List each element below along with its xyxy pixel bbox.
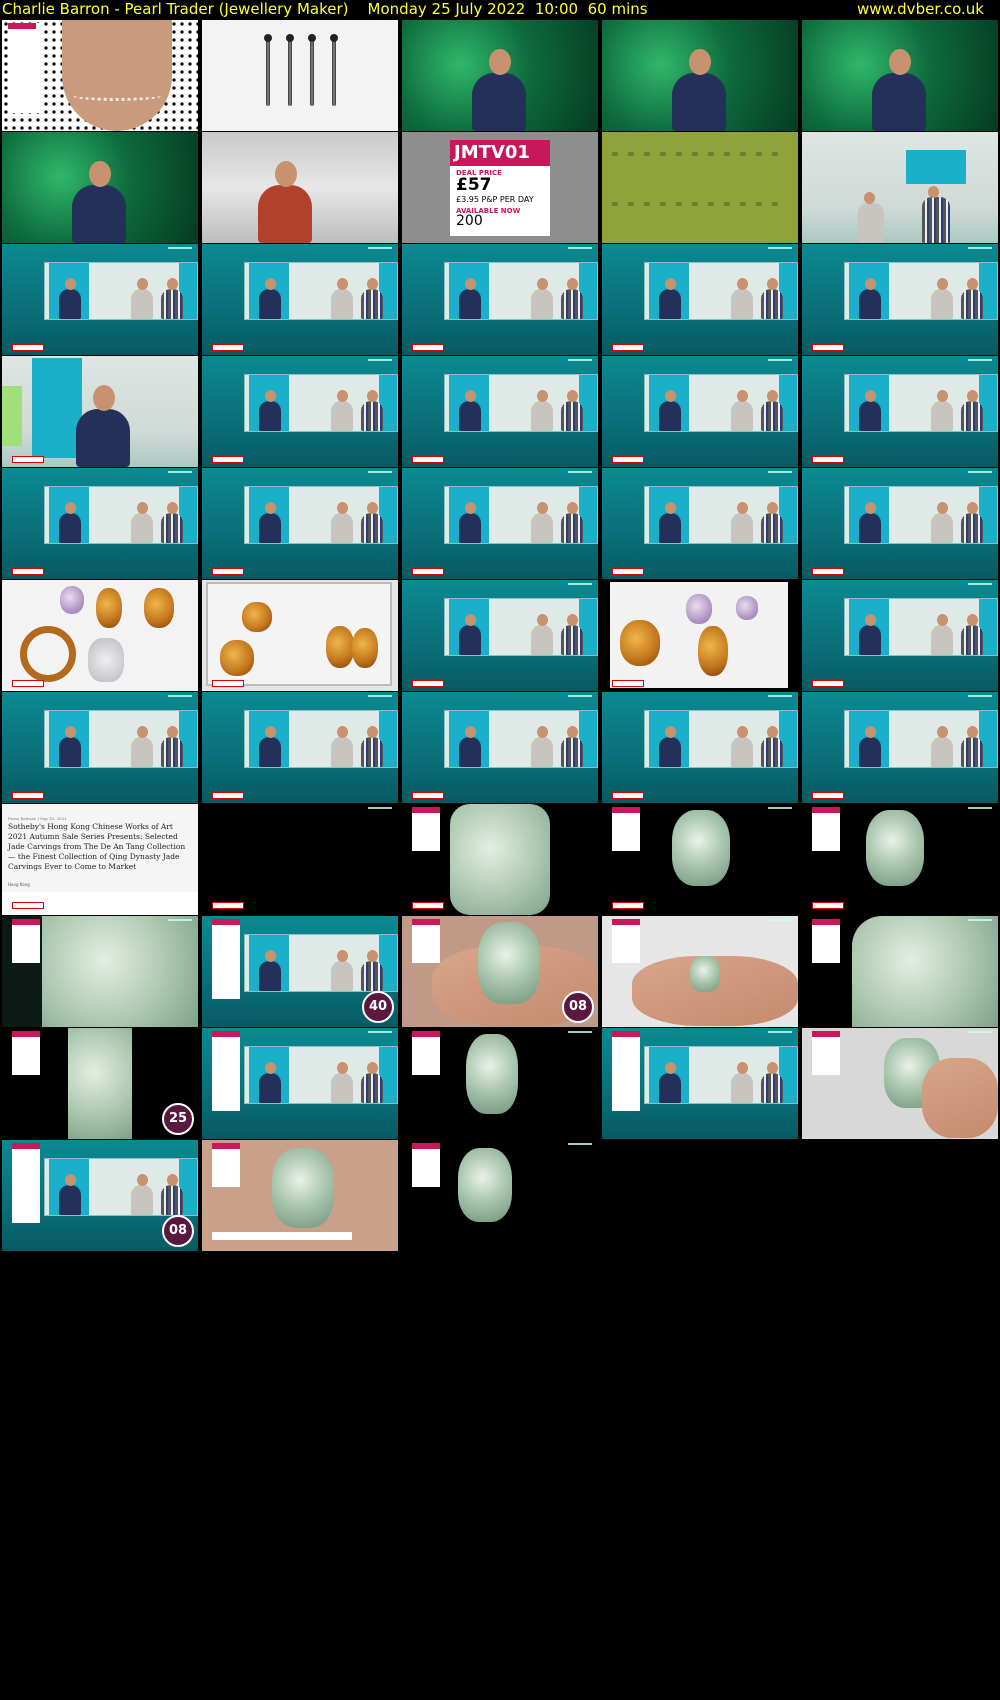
countdown-badge: 08 — [162, 1215, 194, 1247]
site-url[interactable]: www.dvber.co.uk — [857, 0, 984, 18]
programme-title: Charlie Barron - Pearl Trader (Jewellery… — [2, 0, 648, 18]
thumbnail[interactable] — [602, 804, 798, 915]
thumbnail[interactable] — [202, 468, 398, 579]
thumbnail[interactable] — [202, 356, 398, 467]
thumbnail[interactable] — [802, 356, 998, 467]
thumbnail[interactable] — [202, 20, 398, 131]
thumbnail[interactable] — [402, 804, 598, 915]
countdown-badge: 40 — [362, 991, 394, 1023]
thumbnail[interactable] — [602, 132, 798, 243]
page-header: Charlie Barron - Pearl Trader (Jewellery… — [0, 0, 1000, 20]
thumbnail[interactable] — [802, 244, 998, 355]
thumbnail[interactable] — [2, 244, 198, 355]
countdown-badge: 08 — [562, 991, 594, 1023]
thumbnail[interactable] — [602, 580, 798, 691]
thumbnail[interactable] — [2, 692, 198, 803]
thumbnail[interactable] — [202, 580, 398, 691]
thumbnail[interactable]: 40 — [202, 916, 398, 1027]
thumbnail[interactable] — [802, 468, 998, 579]
thumbnail[interactable] — [2, 132, 198, 243]
thumbnail[interactable] — [202, 132, 398, 243]
article-thumbnail[interactable]: Press Release | Sep 30, 2021 Sotheby's H… — [2, 804, 198, 915]
thumbnail[interactable] — [402, 468, 598, 579]
article-headline: Sotheby's Hong Kong Chinese Works of Art… — [8, 822, 186, 871]
thumbnail[interactable] — [202, 244, 398, 355]
thumbnail[interactable] — [802, 132, 998, 243]
thumbnail[interactable] — [402, 20, 598, 131]
thumbnail[interactable] — [2, 20, 198, 131]
thumbnail[interactable] — [402, 580, 598, 691]
available-count: 200 — [456, 213, 483, 229]
thumbnail[interactable] — [202, 692, 398, 803]
thumbnail[interactable] — [802, 580, 998, 691]
thumbnail[interactable]: 25 — [2, 1028, 198, 1139]
thumbnail[interactable] — [602, 916, 798, 1027]
thumbnail[interactable] — [802, 916, 998, 1027]
thumbnail[interactable] — [802, 20, 998, 131]
thumbnail[interactable] — [602, 244, 798, 355]
thumbnail[interactable] — [402, 356, 598, 467]
postage-text: £3.95 P&P PER DAY — [456, 195, 534, 204]
promo-card: JMTV01 DEAL PRICE £57 £3.95 P&P PER DAY … — [450, 140, 550, 236]
thumbnail[interactable] — [602, 356, 798, 467]
thumbnail[interactable] — [402, 692, 598, 803]
thumbnail-grid: JMTV01 DEAL PRICE £57 £3.95 P&P PER DAY … — [2, 20, 1000, 1260]
thumbnail[interactable] — [402, 244, 598, 355]
promo-card-thumbnail[interactable]: JMTV01 DEAL PRICE £57 £3.95 P&P PER DAY … — [402, 132, 598, 243]
article-place: Hong Kong — [8, 882, 30, 887]
thumbnail[interactable]: 08 — [2, 1140, 198, 1251]
thumbnail[interactable] — [602, 468, 798, 579]
thumbnail[interactable] — [2, 468, 198, 579]
thumbnail[interactable] — [202, 804, 398, 915]
thumbnail[interactable] — [402, 1140, 598, 1251]
thumbnail[interactable] — [2, 580, 198, 691]
thumbnail[interactable] — [402, 1028, 598, 1139]
deal-price: £57 — [456, 175, 492, 195]
article-date: Press Release | Sep 30, 2021 — [8, 816, 67, 821]
thumbnail[interactable] — [802, 1028, 998, 1139]
thumbnail[interactable] — [2, 356, 198, 467]
thumbnail[interactable] — [2, 916, 198, 1027]
thumbnail[interactable] — [602, 20, 798, 131]
thumbnail[interactable] — [202, 1140, 398, 1251]
thumbnail[interactable] — [202, 1028, 398, 1139]
thumbnail[interactable]: 08 — [402, 916, 598, 1027]
countdown-badge: 25 — [162, 1103, 194, 1135]
promo-code: JMTV01 — [450, 140, 550, 166]
thumbnail[interactable] — [602, 1028, 798, 1139]
thumbnail[interactable] — [602, 692, 798, 803]
thumbnail[interactable] — [802, 804, 998, 915]
thumbnail[interactable] — [802, 692, 998, 803]
